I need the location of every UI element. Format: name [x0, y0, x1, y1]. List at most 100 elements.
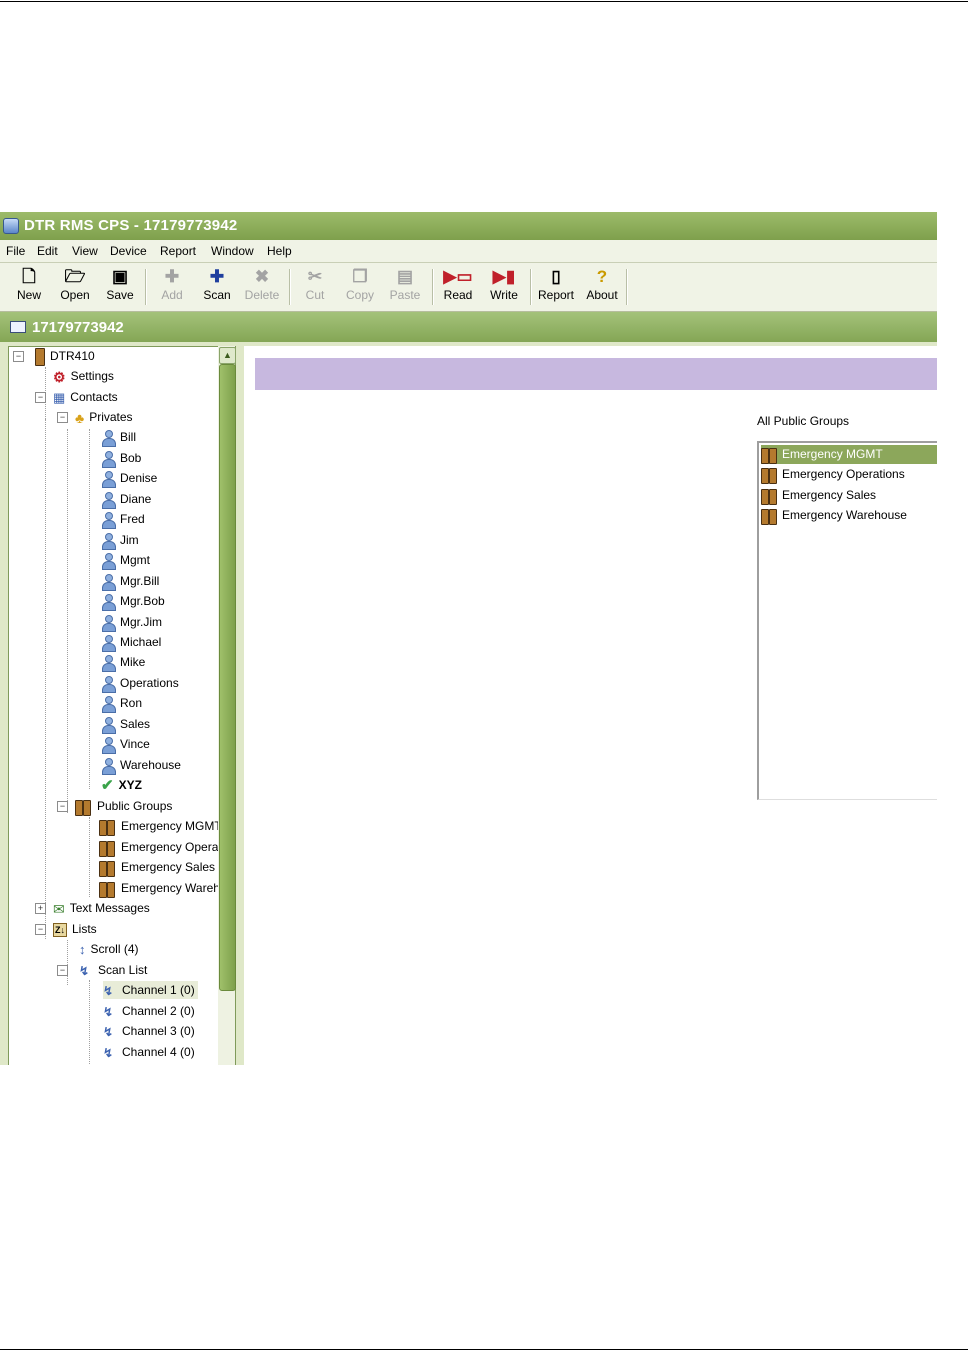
collapse-toggle[interactable]: − — [57, 965, 68, 976]
about-button[interactable]: ? About — [581, 267, 623, 307]
list-item[interactable]: Emergency MGMT — [761, 445, 937, 464]
tree-node-scroll[interactable]: ↕ Scroll (4) — [79, 940, 139, 958]
tree-node-root[interactable]: DTR410 — [35, 347, 95, 366]
tree-node-contact[interactable]: Jim — [101, 531, 139, 550]
tree-node-contact[interactable]: Denise — [101, 469, 157, 488]
tree-node-contact[interactable]: Operations — [101, 674, 179, 693]
tree-node-public-groups[interactable]: Public Groups — [75, 797, 173, 816]
add-label: Add — [161, 288, 183, 302]
person-icon — [101, 450, 116, 468]
collapse-toggle[interactable]: − — [35, 924, 46, 935]
group-label: Emergency Operations — [782, 467, 905, 481]
tree-node-channel[interactable]: ↯ Channel 4 (0) — [103, 1043, 195, 1061]
tree-node-contact[interactable]: Sales — [101, 715, 150, 734]
tree-node-contact[interactable]: Mgr.Bill — [101, 572, 159, 591]
paste-button[interactable]: ▤ Paste — [384, 267, 426, 307]
scroll-thumb[interactable] — [219, 364, 236, 991]
save-button[interactable]: ▣ Save — [99, 267, 141, 307]
tree-node-contact[interactable]: Vince — [101, 735, 150, 754]
tree-node-group[interactable]: Emergency Warehouse — [99, 879, 235, 898]
menu-edit[interactable]: Edit — [37, 244, 58, 258]
expand-toggle[interactable]: + — [35, 903, 46, 914]
menu-help[interactable]: Help — [267, 244, 292, 258]
collapse-toggle[interactable]: − — [57, 801, 68, 812]
tree-node-lists[interactable]: Z↓ Lists — [53, 920, 97, 938]
channel-icon: ↯ — [103, 1045, 114, 1060]
tree-node-contact[interactable]: Mgr.Bob — [101, 592, 165, 611]
list-item[interactable]: Emergency Warehouse — [761, 506, 937, 525]
tree-node-channel[interactable]: ↯ Channel 2 (0) — [103, 1002, 195, 1020]
tree-node-channel[interactable]: ↯ Channel 3 (0) — [103, 1022, 195, 1040]
paste-clipboard-icon: ▤ — [396, 267, 414, 286]
tree-node-group[interactable]: Emergency Sales — [99, 858, 215, 877]
contacts-label: Contacts — [70, 390, 118, 404]
tree-node-group[interactable]: Emergency Operations — [99, 838, 235, 857]
tree-node-privates[interactable]: ♣ Privates — [75, 408, 133, 426]
person-icon — [101, 654, 116, 672]
tree-node-contact[interactable]: Ron — [101, 694, 142, 713]
list-item[interactable]: Emergency Sales — [761, 486, 937, 505]
person-icon — [101, 736, 116, 754]
save-label: Save — [106, 288, 134, 302]
talkgroup-icon — [99, 819, 116, 836]
delete-x-icon: ✖ — [254, 267, 270, 286]
tree-line — [89, 817, 90, 897]
tree-node-contact[interactable]: Michael — [101, 633, 161, 652]
read-button[interactable]: ▶▭ Read — [437, 267, 479, 307]
tree-line — [89, 429, 90, 789]
report-label: Report — [537, 288, 575, 302]
person-icon — [101, 429, 116, 447]
tree-node-channel[interactable]: ↯ Channel 1 (0) — [103, 981, 198, 999]
open-button[interactable]: 🗁 Open — [54, 267, 96, 307]
tree-node-contact[interactable]: Warehouse — [101, 756, 181, 775]
tree-node-contact[interactable]: Mike — [101, 653, 145, 672]
tree-line — [67, 940, 68, 985]
tree-node-xyz[interactable]: ✔ XYZ — [101, 776, 142, 794]
new-button[interactable]: 🗋 New — [8, 267, 50, 307]
new-label: New — [16, 288, 41, 302]
tree-node-contact[interactable]: Bill — [101, 428, 136, 447]
copy-button[interactable]: ❐ Copy — [339, 267, 381, 307]
all-public-groups-list[interactable]: Emergency MGMT Emergency Operations Emer… — [757, 441, 937, 800]
menu-view[interactable]: View — [72, 244, 98, 258]
scroll-up-arrow-icon[interactable]: ▲ — [219, 347, 236, 364]
person-icon — [101, 470, 116, 488]
cut-scissors-icon: ✂ — [307, 267, 323, 286]
add-button[interactable]: ✚ Add — [151, 267, 193, 307]
tree-scrollbar[interactable]: ▲ — [218, 346, 236, 1065]
report-button[interactable]: ▯ Report — [535, 267, 577, 307]
menu-report[interactable]: Report — [160, 244, 196, 258]
copy-label: Copy — [345, 288, 374, 302]
tree-node-contact[interactable]: Mgmt — [101, 551, 150, 570]
tree-node-contact[interactable]: Mgr.Jim — [101, 613, 162, 632]
tree-node-contact[interactable]: Fred — [101, 510, 145, 529]
delete-button[interactable]: ✖ Delete — [241, 267, 283, 307]
toolbar-separator — [289, 269, 291, 305]
write-button[interactable]: ▶▮ Write — [483, 267, 525, 307]
collapse-toggle[interactable]: − — [35, 392, 46, 403]
tree-node-settings[interactable]: ⚙ Settings — [53, 367, 114, 385]
contacts-icon: ▦ — [53, 389, 66, 405]
scan-button[interactable]: ✚ Scan — [196, 267, 238, 307]
collapse-toggle[interactable]: − — [13, 351, 24, 362]
bottom-rule — [0, 1349, 968, 1350]
menu-window[interactable]: Window — [211, 244, 254, 258]
tree-node-group[interactable]: Emergency MGMT — [99, 817, 222, 836]
scan-plus-icon: ✚ — [209, 267, 225, 286]
tree-node-text-messages[interactable]: ✉ Text Messages — [53, 899, 150, 917]
menu-file[interactable]: File — [6, 244, 25, 258]
cut-button[interactable]: ✂ Cut — [294, 267, 336, 307]
public-groups-icon — [75, 799, 92, 816]
about-label: About — [586, 288, 618, 302]
tree-node-contact[interactable]: Bob — [101, 449, 141, 468]
tree-node-scan-list[interactable]: ↯ Scan List — [79, 961, 147, 979]
collapse-toggle[interactable]: − — [57, 412, 68, 423]
public-groups-label: Public Groups — [97, 799, 173, 813]
settings-label: Settings — [70, 369, 114, 383]
tree-node-contact[interactable]: Diane — [101, 490, 151, 509]
menu-device[interactable]: Device — [110, 244, 147, 258]
tree-node-contacts[interactable]: ▦ Contacts — [53, 388, 118, 406]
report-document-icon: ▯ — [551, 267, 561, 286]
list-item[interactable]: Emergency Operations — [761, 465, 937, 484]
toolbar-separator — [432, 269, 434, 305]
